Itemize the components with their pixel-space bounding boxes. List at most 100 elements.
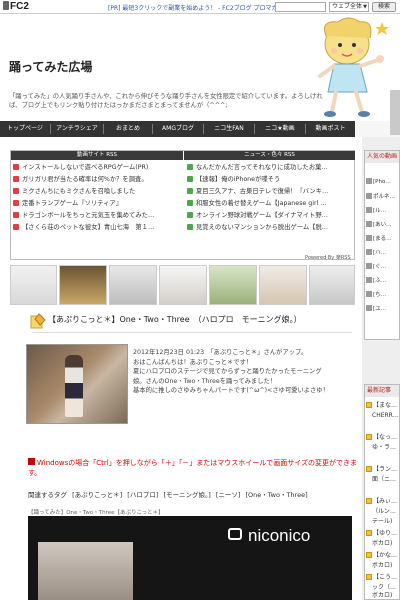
rank-icon bbox=[366, 305, 372, 311]
recent-post-link[interactable]: テール) bbox=[372, 518, 392, 526]
rank-icon bbox=[366, 263, 372, 269]
entry-thumbnail[interactable] bbox=[26, 344, 128, 424]
nav-item-niconama-fan[interactable]: ニコ生FAN bbox=[204, 121, 254, 137]
ranking-title: 人気の動画 bbox=[365, 151, 399, 163]
recent-post-link[interactable]: 【ゆり… bbox=[366, 530, 397, 538]
rss-right-item[interactable]: 見覚えのないマンションから脱出ゲーム【脱… bbox=[187, 223, 353, 233]
dancer-thumbnail[interactable] bbox=[109, 265, 157, 305]
fc2-logo-icon bbox=[3, 1, 9, 10]
nav-item-amg-blog[interactable]: AMGブログ bbox=[153, 121, 203, 137]
rss-right-item[interactable]: オンライン野球対戦ゲーム【ダイナマイト野… bbox=[187, 211, 353, 221]
site-title[interactable]: 踊ってみた広場 bbox=[9, 58, 92, 75]
nav-item-top[interactable]: トップページ bbox=[0, 121, 50, 137]
nav-item-antiraseal[interactable]: アンチラシェア bbox=[51, 121, 103, 137]
entry-body-line: 娘。さんのOne・Two・Threeを踊ってみました！ bbox=[133, 377, 277, 385]
ranking-item[interactable]: [ル… bbox=[366, 206, 386, 214]
ranking-item[interactable]: [ハ… bbox=[366, 248, 386, 256]
ranking-item[interactable]: [まる… bbox=[366, 234, 392, 242]
ranking-item[interactable]: [ふ… bbox=[366, 276, 386, 284]
ranking-item[interactable]: [ち… bbox=[366, 290, 386, 298]
recent-post-link[interactable]: 面（ニ… bbox=[372, 476, 396, 484]
ranking-item[interactable]: [ユ… bbox=[366, 304, 386, 312]
nav-item-video-post[interactable]: 動画ポスト bbox=[306, 121, 355, 137]
fc2-logo[interactable]: FC2 bbox=[3, 1, 29, 12]
entry-body-line: 夏にハロプロのステージで見てからずっと踊りたかったモーニング bbox=[133, 368, 322, 375]
folder-icon bbox=[366, 434, 372, 440]
recent-post-link[interactable]: 【かな… bbox=[366, 552, 397, 560]
rss-left-item[interactable]: ミクさんちにもミクさんを召喚しました bbox=[13, 187, 183, 197]
ranking-item[interactable]: ポルネ… bbox=[366, 192, 395, 200]
rss-left-item[interactable]: インストールしないで遊べるRPGゲーム(PR) bbox=[13, 163, 183, 173]
news-icon bbox=[187, 224, 193, 230]
recent-post-link[interactable]: ボカロ) bbox=[372, 592, 392, 600]
rss-right-item[interactable]: なんだかんだ言ってそれなりに成功したお菓… bbox=[187, 163, 353, 173]
play-icon bbox=[13, 224, 19, 230]
photo-strip bbox=[10, 265, 355, 307]
rss-right-item[interactable]: 【速報】俺のiPhoneが喋そう bbox=[187, 175, 353, 185]
tag-link[interactable]: [ニーソ] bbox=[216, 491, 241, 499]
ranking-item[interactable]: [ぐ… bbox=[366, 262, 386, 270]
dancer-thumbnail[interactable] bbox=[209, 265, 257, 305]
folder-icon bbox=[366, 574, 372, 580]
rss-right-item[interactable]: 夏目三久アナ、古巣日テレで復帰！『バンキ… bbox=[187, 187, 353, 197]
search-input[interactable] bbox=[275, 2, 326, 12]
rss-left-header: 動画サイト RSS bbox=[11, 151, 183, 160]
ranking-item[interactable]: [Pho… bbox=[366, 178, 391, 185]
nav-item-nico-video[interactable]: ニコ★動画 bbox=[255, 121, 305, 137]
header-side-decoration bbox=[390, 90, 400, 135]
tag-link[interactable]: [あぷりこっと＊] bbox=[72, 491, 122, 499]
search-scope-select[interactable]: ウェブ全体 ▼ bbox=[329, 2, 369, 12]
entry-divider bbox=[32, 332, 352, 333]
recent-post-link[interactable]: ボカロ) bbox=[372, 540, 392, 548]
tag-link[interactable]: [ハロプロ] bbox=[127, 491, 158, 499]
rank-icon bbox=[366, 193, 372, 199]
recent-post-link[interactable]: ボカロ) bbox=[372, 562, 392, 570]
rss-left-item[interactable]: ガリガリ君が当たる確率は何%か？を調査。 bbox=[13, 175, 183, 185]
dancer-figure bbox=[65, 355, 83, 417]
tag-link[interactable]: [モーニング娘。] bbox=[163, 491, 210, 499]
recent-post-link[interactable]: （ルン… bbox=[372, 508, 396, 516]
ranking-item[interactable]: [あい… bbox=[366, 220, 392, 228]
rank-icon bbox=[366, 221, 372, 227]
entry-title[interactable]: 【あぷりこっと＊】One・Two・Three （ハロプロ モーニング娘。） bbox=[48, 314, 302, 325]
recent-post-link[interactable]: ゆ・ラ… bbox=[372, 444, 396, 452]
site-description: 「踊ってみた」の人気踊り手さんや、これから伸びそうな踊り手さんを女性限定で紹介し… bbox=[9, 93, 323, 109]
embedded-video-player[interactable]: niconico bbox=[28, 516, 352, 600]
recent-post-link[interactable]: ック（… bbox=[372, 584, 396, 592]
folder-icon bbox=[366, 552, 372, 558]
red-square-icon bbox=[28, 458, 35, 465]
rss-left-item[interactable]: ドラゴンボールをちっと元気玉を集めてみた… bbox=[13, 211, 183, 221]
dancer-thumbnail[interactable] bbox=[259, 265, 307, 305]
fc2-ad-link[interactable]: [PR] 最短3クリックで副業を始めよう！ - FC2ブログ プロマガ bbox=[108, 3, 278, 12]
rss-right-item[interactable]: 和服女性の着せ替えゲーム【Japanese girl … bbox=[187, 199, 353, 209]
play-icon bbox=[13, 200, 19, 206]
rss-left-item[interactable]: 定番トランプゲーム『ソリティア』 bbox=[13, 199, 183, 209]
recent-post-link[interactable]: 【こう… bbox=[366, 574, 397, 582]
rss-left-item[interactable]: 【さくら荘のペットな彼女】青山七海 第１… bbox=[13, 223, 183, 233]
entry-body-line: 基本的に推しのさゆみちゃんパートです(^ω^)<さゆ可愛いよさゆ！ bbox=[133, 387, 329, 394]
news-icon bbox=[187, 164, 193, 170]
fc2-toolbar: FC2 [PR] 最短3クリックで副業を始めよう！ - FC2ブログ プロマガ … bbox=[0, 0, 400, 14]
play-icon bbox=[13, 212, 19, 218]
tag-link[interactable]: [One・Two・Three] bbox=[246, 491, 308, 499]
dancer-thumbnail[interactable] bbox=[59, 265, 107, 305]
chevron-down-icon: ▼ bbox=[363, 4, 367, 10]
recent-post-link[interactable]: 【みぃ… bbox=[366, 498, 397, 506]
related-tags: 関連するタグ [あぷりこっと＊] [ハロプロ] [モーニング娘。] [ニーソ] … bbox=[28, 489, 308, 499]
rank-icon bbox=[366, 277, 372, 283]
dancer-thumbnail[interactable] bbox=[10, 265, 57, 305]
folder-icon bbox=[366, 466, 372, 472]
recent-post-link[interactable]: CHERR… bbox=[372, 412, 399, 420]
rank-icon bbox=[366, 291, 372, 297]
news-icon bbox=[187, 212, 193, 218]
dancer-thumbnail[interactable] bbox=[309, 265, 355, 305]
recent-post-link[interactable]: 【まな… bbox=[366, 402, 397, 410]
dancer-thumbnail[interactable] bbox=[159, 265, 207, 305]
main-nav: トップページ アンチラシェア おまとめ AMGブログ ニコ生FAN ニコ★動画 … bbox=[0, 121, 355, 137]
recent-post-link[interactable]: 【なっ… bbox=[366, 434, 397, 442]
recent-post-link[interactable]: 【ラン… bbox=[366, 466, 397, 474]
search-button[interactable]: 検索 bbox=[372, 2, 396, 12]
video-frame bbox=[38, 542, 133, 600]
nav-item-omatome[interactable]: おまとめ bbox=[104, 121, 152, 137]
entry-body-line: おはこんばんちは！あぷりこっと＊です！ bbox=[133, 358, 253, 366]
